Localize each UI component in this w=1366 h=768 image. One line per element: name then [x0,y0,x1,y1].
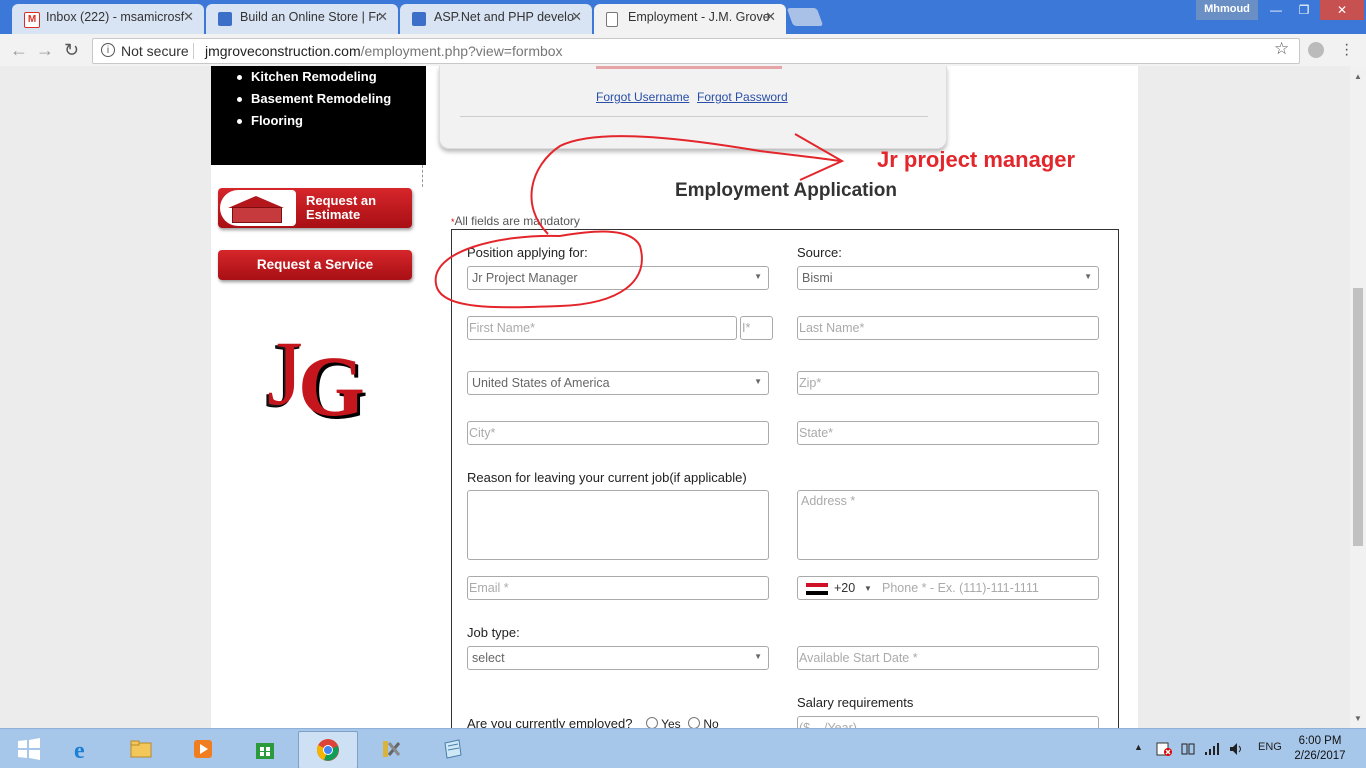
tab-title: Employment - J.M. Grove [628,10,770,24]
tools-button[interactable] [362,731,420,767]
volume-icon[interactable] [1228,741,1244,757]
restore-button[interactable]: ❐ [1290,0,1318,20]
media-player-icon [194,740,212,758]
site-icon [218,12,232,26]
divider [193,43,194,59]
profile-button[interactable]: Mhmoud [1196,0,1258,20]
network-icon[interactable] [1204,741,1220,757]
close-icon[interactable]: ✕ [765,9,776,25]
svg-text:e: e [74,738,85,761]
clock-time: 6:00 PM [1298,735,1342,747]
address-bar[interactable]: i Not secure jmgroveconstruction.com/emp… [92,38,1300,64]
tab-title: ASP.Net and PHP develo [434,10,574,24]
gmail-icon: M [24,12,40,28]
bookmark-star-icon[interactable]: ☆ [1274,39,1289,59]
system-clock[interactable]: 6:00 PM 2/26/2017 [1290,734,1350,764]
internet-explorer-button[interactable]: e [54,731,112,767]
url-path: /employment.php?view=formbox [360,43,563,59]
notepad-icon [444,739,462,759]
windows-taskbar: e ▲ ENG 6:00 PM 2/26/2017 [0,728,1366,768]
windows-store-icon [256,743,274,759]
close-icon[interactable]: ✕ [571,9,582,25]
tab-gmail[interactable]: M Inbox (222) - msamicrosf ✕ [12,4,204,34]
scroll-up-icon[interactable]: ▲ [1354,72,1362,81]
window-close-button[interactable]: ✕ [1320,0,1364,20]
address-toolbar: ← → ↻ i Not secure jmgroveconstruction.c… [0,34,1366,67]
file-explorer-icon [130,740,152,758]
menu-icon[interactable]: · · · [1344,37,1349,63]
file-explorer-button[interactable] [112,731,170,767]
notepad-button[interactable] [424,731,482,767]
minimize-button[interactable]: — [1262,0,1290,20]
clock-date: 2/26/2017 [1294,750,1346,762]
tab-strip: M Inbox (222) - msamicrosf ✕ Build an On… [0,0,1366,34]
start-button[interactable] [0,731,58,767]
language-indicator[interactable]: ENG [1258,741,1282,753]
windows-logo-icon [18,738,40,760]
power-icon[interactable] [1180,741,1196,757]
media-player-button[interactable] [174,731,232,767]
tab-online-store[interactable]: Build an Online Store | Fr ✕ [206,4,398,34]
chrome-button[interactable] [298,731,358,768]
site-icon [412,12,426,26]
url-text[interactable]: jmgroveconstruction.com/employment.php?v… [205,39,563,63]
forward-icon[interactable]: → [36,40,54,61]
back-icon[interactable]: ← [10,40,28,61]
annotation-curve [530,135,841,235]
info-icon[interactable]: i [101,43,115,57]
chrome-icon [316,739,339,761]
security-indicator[interactable]: Not secure [121,39,189,63]
annotation-overlay [434,133,845,309]
annotation-label: Jr project manager [877,147,1076,172]
reload-icon[interactable]: ↻ [64,40,79,61]
annotation-circle [434,230,643,309]
scroll-down-icon[interactable]: ▼ [1354,714,1362,723]
document-icon [606,12,618,27]
page-viewport: Kitchen Remodeling Basement Remodeling F… [0,66,1350,728]
tab-title: Build an Online Store | Fr [240,10,381,24]
internet-explorer-icon: e [74,738,85,761]
tab-title: Inbox (222) - msamicrosf [46,10,185,24]
close-icon[interactable]: ✕ [183,9,194,25]
url-host: jmgroveconstruction.com [205,43,361,59]
scroll-thumb[interactable] [1353,288,1363,546]
tools-icon [383,741,401,757]
close-icon[interactable]: ✕ [377,9,388,25]
new-tab-button[interactable] [786,8,824,26]
tab-employment[interactable]: Employment - J.M. Grove ✕ [594,4,786,34]
show-hidden-icons[interactable]: ▲ [1134,742,1143,752]
windows-store-button[interactable] [236,731,294,767]
action-center-icon[interactable] [1156,741,1172,757]
tab-asp-php[interactable]: ASP.Net and PHP develo ✕ [400,4,592,34]
extension-icon[interactable] [1308,42,1324,58]
page-scrollbar[interactable]: ▲ ▼ [1350,66,1366,728]
